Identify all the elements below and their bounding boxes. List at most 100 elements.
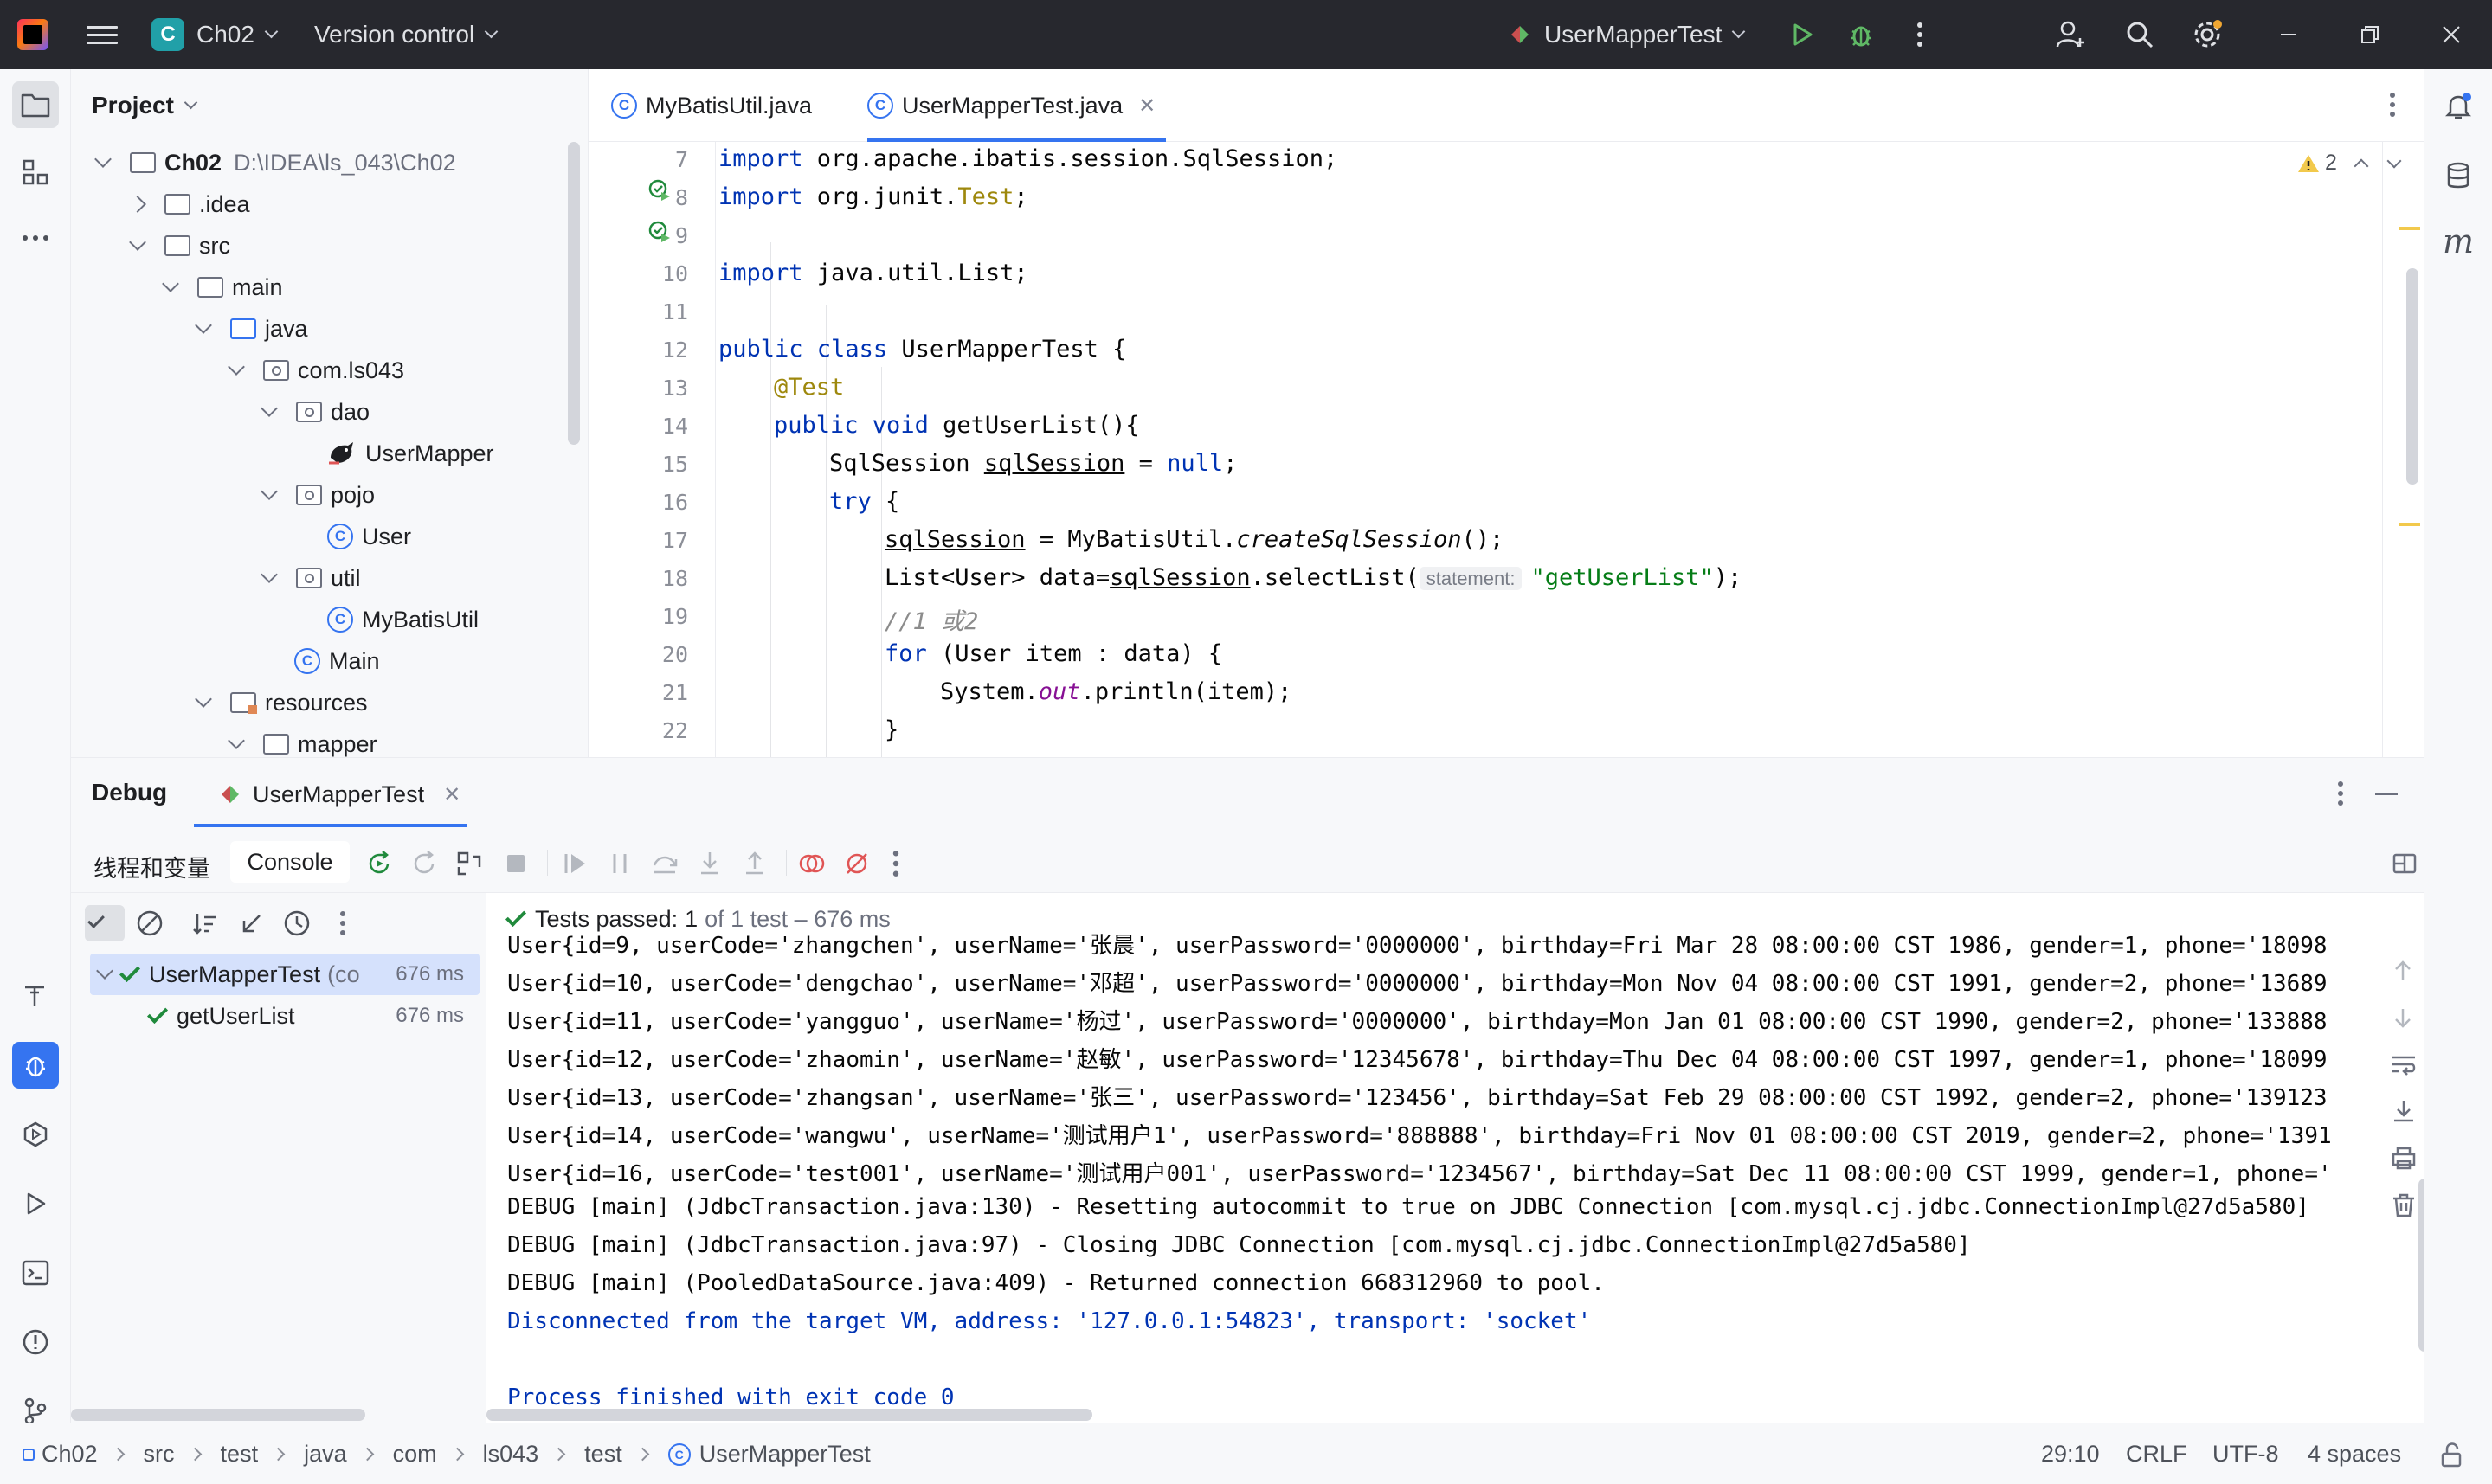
print-icon[interactable] <box>2391 1146 2417 1170</box>
tree-item-main-class[interactable]: C Main <box>294 640 380 682</box>
expand-arrow-icon[interactable] <box>94 151 112 168</box>
show-passed-toggle[interactable] <box>85 905 125 941</box>
search-icon[interactable] <box>2122 17 2157 52</box>
console-hscrollbar[interactable] <box>486 1409 1092 1421</box>
expand-arrow-icon[interactable] <box>96 962 113 980</box>
tab-usermappertest[interactable]: C UserMapperTest.java ✕ <box>867 69 1167 142</box>
panel-options-icon[interactable] <box>2337 781 2344 806</box>
notifications-bell-icon[interactable] <box>2435 83 2482 130</box>
breadcrumb-item[interactable]: java <box>304 1441 347 1468</box>
debug-session-tab[interactable]: UserMapperTest ✕ <box>218 777 460 812</box>
tree-item-java[interactable]: java <box>195 308 308 350</box>
line-number[interactable]: 20 <box>589 642 688 667</box>
code-line-8[interactable]: import org.junit.Test; <box>718 183 1028 210</box>
breadcrumb-item[interactable]: test <box>221 1441 259 1468</box>
tree-item-pojo[interactable]: pojo <box>261 474 375 516</box>
run-test-gutter-icon[interactable] <box>647 220 672 244</box>
intellij-logo-icon[interactable] <box>17 19 48 50</box>
tree-item-mapper[interactable]: mapper <box>228 723 377 757</box>
settings-gear-icon[interactable] <box>2190 17 2225 52</box>
line-number[interactable]: 12 <box>589 337 688 363</box>
expand-arrow-icon[interactable] <box>228 732 245 749</box>
line-number[interactable]: 19 <box>589 604 688 629</box>
code-line-20[interactable]: for (User item : data) { <box>885 640 1222 667</box>
toggle-auto-test-icon[interactable] <box>455 850 483 877</box>
mute-breakpoints-icon[interactable] <box>843 850 871 877</box>
tree-item-com-ls043[interactable]: com.ls043 <box>228 350 404 391</box>
code-line-7[interactable]: import org.apache.ibatis.session.SqlSess… <box>718 145 1337 172</box>
editor-scrollbar[interactable] <box>2406 268 2418 485</box>
tree-item-usermapper[interactable]: UserMapper <box>327 433 494 474</box>
code-line-17[interactable]: sqlSession = MyBatisUtil.createSqlSessio… <box>885 526 1504 553</box>
console-output[interactable]: Tests passed: 1 of 1 test – 676 ms User{… <box>486 893 2424 1423</box>
collapse-arrow-icon[interactable] <box>129 196 146 213</box>
inspection-widget[interactable]: 2 <box>2297 151 2402 176</box>
resume-icon[interactable] <box>561 850 589 877</box>
line-number[interactable]: 13 <box>589 376 688 401</box>
tree-item-ch02[interactable]: Ch02 D:\IDEA\ls_043\Ch02 <box>94 142 456 183</box>
expand-arrow-icon[interactable] <box>228 358 245 376</box>
tree-item-idea[interactable]: .idea <box>129 183 250 225</box>
close-icon[interactable] <box>2434 17 2469 52</box>
code-line-14[interactable]: public void getUserList(){ <box>774 412 1140 439</box>
rerun-failed-icon[interactable] <box>410 850 438 877</box>
expand-arrow-icon[interactable] <box>195 317 212 334</box>
expand-arrow-icon[interactable] <box>261 483 278 500</box>
line-number[interactable]: 16 <box>589 490 688 515</box>
breadcrumb-item[interactable]: Ch02 <box>42 1441 98 1468</box>
version-control-menu[interactable]: Version control <box>314 16 499 54</box>
close-tab-icon[interactable]: ✕ <box>443 782 460 807</box>
code-line-19[interactable]: //1 或2 <box>885 602 978 636</box>
run-configuration-selector[interactable]: UserMapperTest <box>1508 16 1746 54</box>
expand-arrow-icon[interactable] <box>261 566 278 583</box>
line-number[interactable]: 9 <box>589 223 688 248</box>
line-number[interactable]: 10 <box>589 261 688 286</box>
main-menu-icon[interactable] <box>87 21 118 48</box>
tree-item-util[interactable]: util <box>261 557 361 599</box>
next-highlight-icon[interactable] <box>2386 153 2402 168</box>
services-tool-button[interactable] <box>12 1111 59 1158</box>
line-ending[interactable]: CRLF <box>2126 1441 2187 1468</box>
line-number[interactable]: 18 <box>589 566 688 591</box>
scroll-up-icon[interactable] <box>2391 959 2415 983</box>
tree-item-main[interactable]: main <box>162 267 283 308</box>
line-number[interactable]: 22 <box>589 718 688 743</box>
debug-icon[interactable] <box>1844 17 1878 52</box>
clear-all-trash-icon[interactable] <box>2391 1192 2417 1218</box>
line-number[interactable]: 15 <box>589 452 688 477</box>
warning-marker[interactable] <box>2399 227 2420 230</box>
view-breakpoints-icon[interactable] <box>798 850 826 877</box>
terminal-tool-button[interactable] <box>12 1250 59 1296</box>
previous-highlight-icon[interactable] <box>2354 158 2369 173</box>
more-actions-icon[interactable] <box>1903 17 1937 52</box>
stop-icon[interactable] <box>502 850 530 877</box>
editor-more-icon[interactable] <box>2389 92 2396 118</box>
breadcrumb-item[interactable]: com <box>393 1441 437 1468</box>
problems-tool-button[interactable] <box>12 1319 59 1365</box>
tab-console[interactable]: Console <box>230 841 350 883</box>
file-encoding[interactable]: UTF-8 <box>2212 1441 2279 1468</box>
more-tools-icon[interactable] <box>12 215 59 261</box>
layout-settings-icon[interactable] <box>2391 850 2418 877</box>
debug-tool-button[interactable] <box>12 1042 59 1089</box>
code-line-15[interactable]: SqlSession sqlSession = null; <box>829 450 1237 477</box>
caret-position[interactable]: 29:10 <box>2041 1441 2100 1468</box>
code-line-16[interactable]: try { <box>829 488 899 515</box>
code-line-13[interactable]: @Test <box>774 374 844 401</box>
scroll-to-end-icon[interactable] <box>2391 1099 2417 1123</box>
step-out-icon[interactable] <box>741 850 769 877</box>
tree-item-mybatisutil[interactable]: C MyBatisUtil <box>327 599 479 640</box>
test-row-getuserlist[interactable]: getUserList 676 ms <box>90 995 480 1037</box>
line-number[interactable]: 7 <box>589 147 688 172</box>
expand-arrow-icon[interactable] <box>162 275 179 292</box>
read-only-lock-icon[interactable] <box>2439 1442 2463 1468</box>
code-line-10[interactable]: import java.util.List; <box>718 260 1028 286</box>
run-test-gutter-icon[interactable] <box>647 178 672 202</box>
code-line-22[interactable]: } <box>885 716 898 743</box>
soft-wrap-icon[interactable] <box>2391 1052 2417 1076</box>
tree-item-src[interactable]: src <box>129 225 230 267</box>
tree-item-resources[interactable]: resources <box>195 682 368 723</box>
expand-arrow-icon[interactable] <box>129 234 146 251</box>
code-line-12[interactable]: public class UserMapperTest { <box>718 336 1126 363</box>
tree-item-dao[interactable]: dao <box>261 391 370 433</box>
